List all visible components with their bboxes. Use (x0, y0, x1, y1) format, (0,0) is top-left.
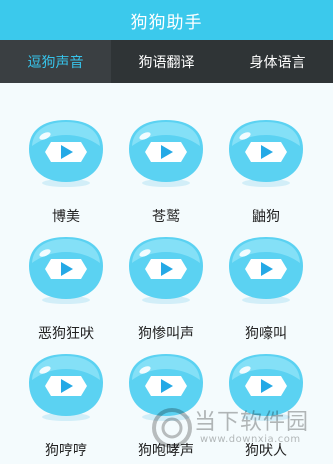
sound-grid: 博美 苍鹫 鼬狗 恶狗狂吠 狗惨叫声 狗嚎叫 狗哼哼 狗咆哮声 狗吠人 (0, 83, 333, 464)
sound-item-gou-canjiao[interactable]: 狗惨叫声 (116, 200, 216, 342)
tab-bar: 逗狗声音 狗语翻译 身体语言 (0, 40, 333, 83)
play-button[interactable] (127, 350, 205, 423)
tab-dog-translate[interactable]: 狗语翻译 (111, 40, 222, 83)
play-icon (229, 120, 303, 187)
play-button[interactable] (127, 116, 205, 189)
play-button[interactable] (127, 233, 205, 306)
app-title: 狗狗助手 (130, 12, 203, 33)
play-icon (229, 237, 303, 304)
sound-item-cangjiu[interactable]: 苍鹫 (116, 83, 216, 225)
app-title-bar: 狗狗助手 (0, 0, 333, 40)
play-button[interactable] (227, 116, 305, 189)
sound-item-bomei[interactable]: 博美 (16, 83, 116, 225)
sound-item-yougou[interactable]: 鼬狗 (216, 83, 316, 225)
sound-item-gou-feiren[interactable]: 狗吠人 (216, 317, 316, 459)
play-button[interactable] (27, 233, 105, 306)
sound-label: 狗吠人 (245, 443, 287, 459)
sound-item-egou-kuangfei[interactable]: 恶狗狂吠 (16, 200, 116, 342)
play-icon (29, 237, 103, 304)
play-icon (29, 120, 103, 187)
play-button[interactable] (227, 350, 305, 423)
sound-item-gou-hengheng[interactable]: 狗哼哼 (16, 317, 116, 459)
tab-body-language[interactable]: 身体语言 (222, 40, 333, 83)
play-button[interactable] (227, 233, 305, 306)
play-button[interactable] (27, 350, 105, 423)
play-icon (229, 354, 303, 421)
sound-item-gou-paoxiao[interactable]: 狗咆哮声 (116, 317, 216, 459)
play-icon (29, 354, 103, 421)
play-icon (129, 354, 203, 421)
tab-dog-sounds[interactable]: 逗狗声音 (0, 40, 111, 83)
play-icon (129, 237, 203, 304)
play-button[interactable] (27, 116, 105, 189)
sound-label: 狗哼哼 (45, 443, 87, 459)
sound-item-gou-haojiao[interactable]: 狗嚎叫 (216, 200, 316, 342)
play-icon (129, 120, 203, 187)
sound-label: 狗咆哮声 (138, 443, 194, 459)
